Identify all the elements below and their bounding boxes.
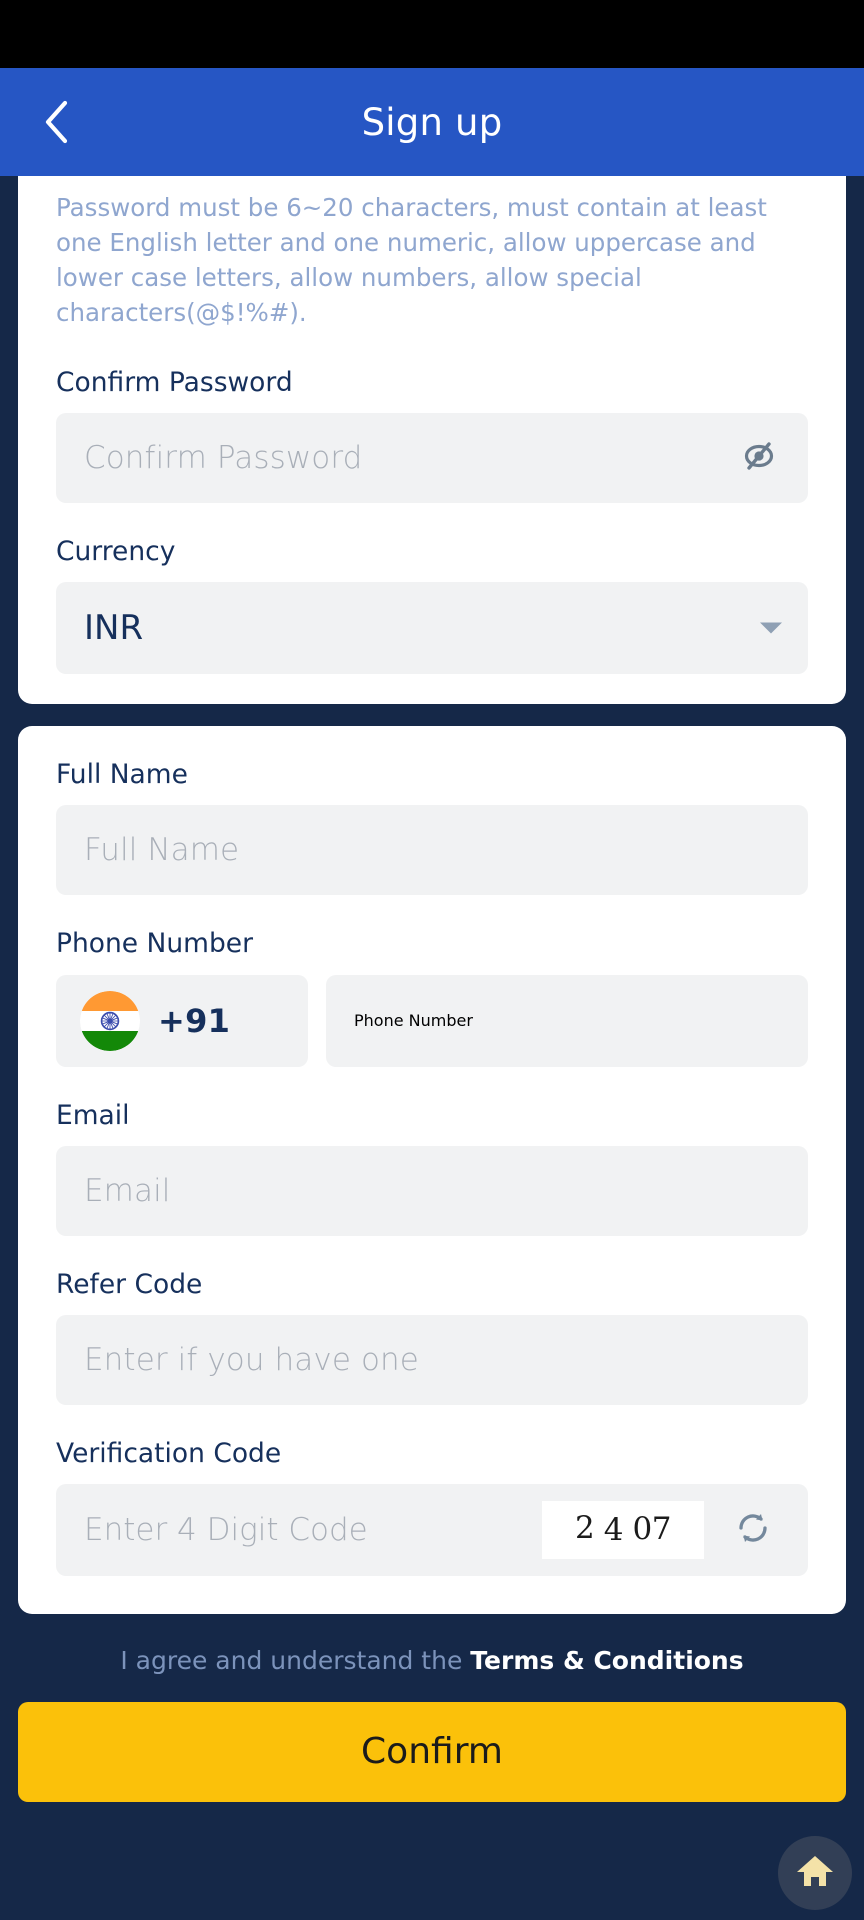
refer-code-input[interactable]: Enter if you have one	[56, 1314, 808, 1405]
password-visibility-toggle[interactable]	[734, 433, 784, 483]
phone-number-label: Phone Number	[56, 928, 253, 960]
email-field: Email Email	[56, 1099, 808, 1236]
app-header: Sign up	[0, 68, 864, 176]
email-label: Email	[56, 1099, 130, 1131]
captcha-digit-2: 4	[603, 1512, 624, 1549]
confirm-password-label: Confirm Password	[56, 367, 293, 398]
floating-home-button[interactable]	[778, 1836, 852, 1910]
form-scroll-area[interactable]: Password must be 6~20 characters, must c…	[0, 176, 864, 1920]
confirm-button[interactable]: Confirm	[18, 1701, 846, 1802]
currency-selected-value: INR	[84, 608, 144, 649]
full-name-placeholder: Full Name	[84, 832, 240, 869]
back-button[interactable]	[20, 68, 92, 176]
phone-number-input[interactable]: Phone Number	[326, 974, 808, 1067]
account-card: Password must be 6~20 characters, must c…	[18, 176, 846, 705]
personal-details-card: Full Name Full Name Phone Number +91 Pho…	[18, 726, 846, 1614]
captcha-refresh-button[interactable]	[726, 1503, 780, 1557]
phone-row: +91 Phone Number	[56, 974, 808, 1067]
refer-code-label: Refer Code	[56, 1268, 203, 1300]
phone-number-placeholder: Phone Number	[354, 1011, 473, 1031]
captcha-image[interactable]: 2 4 07	[542, 1500, 704, 1559]
status-bar	[0, 0, 864, 68]
country-code-select[interactable]: +91	[56, 974, 308, 1067]
page-title: Sign up	[361, 100, 503, 144]
currency-select[interactable]: INR	[56, 582, 808, 675]
email-input[interactable]: Email	[56, 1145, 808, 1236]
india-flag-icon	[80, 990, 140, 1051]
currency-field: Currency INR	[56, 536, 808, 675]
captcha-digit-3: 07	[632, 1511, 672, 1548]
verification-code-field: Verification Code Enter 4 Digit Code 2 4…	[56, 1439, 808, 1576]
captcha-digit-1: 2	[575, 1510, 595, 1547]
email-placeholder: Email	[84, 1172, 171, 1209]
verification-code-label: Verification Code	[56, 1437, 282, 1469]
home-icon	[793, 1850, 837, 1896]
eye-slash-icon	[739, 441, 779, 475]
password-rules-hint: Password must be 6~20 characters, must c…	[56, 193, 767, 327]
verification-code-input[interactable]: Enter 4 Digit Code	[84, 1512, 542, 1548]
country-code-value: +91	[158, 1001, 231, 1040]
terms-conditions-link[interactable]: Terms & Conditions	[470, 1646, 743, 1675]
full-name-field: Full Name Full Name	[56, 759, 808, 896]
confirm-password-field: Confirm Password Confirm Password	[56, 367, 808, 504]
chevron-left-icon	[42, 99, 70, 145]
refer-code-field: Refer Code Enter if you have one	[56, 1270, 808, 1405]
currency-label: Currency	[56, 536, 176, 568]
phone-number-field: Phone Number +91 Phone Number	[56, 928, 808, 1067]
signup-screen: Sign up Password must be 6~20 characters…	[0, 0, 864, 1920]
confirm-password-placeholder: Confirm Password	[84, 440, 363, 477]
full-name-label: Full Name	[56, 759, 188, 791]
terms-agree-text: I agree and understand the	[120, 1645, 471, 1675]
verification-code-row: Enter 4 Digit Code 2 4 07	[56, 1483, 808, 1576]
full-name-input[interactable]: Full Name	[56, 805, 808, 896]
chevron-down-icon	[760, 622, 782, 634]
confirm-password-input[interactable]: Confirm Password	[56, 413, 808, 504]
refresh-icon	[731, 1506, 775, 1554]
terms-agreement: I agree and understand the Terms & Condi…	[18, 1646, 846, 1676]
refer-code-placeholder: Enter if you have one	[84, 1341, 419, 1378]
